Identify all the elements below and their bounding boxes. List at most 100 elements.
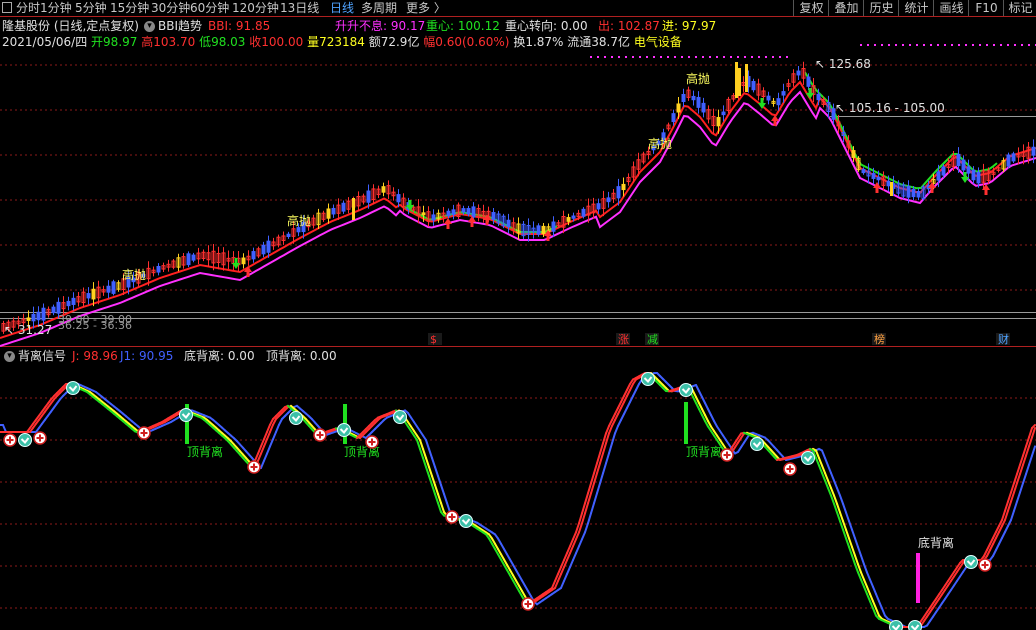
high-price-label: ↖ 125.68 [815, 57, 871, 71]
range-label-b: 36.25 - 36.36 [58, 319, 132, 332]
event-marker-3: 榜 [874, 332, 885, 346]
candle-body [806, 76, 811, 87]
j1-line [992, 549, 997, 557]
candle-body [331, 207, 336, 215]
dot-row-b [972, 44, 974, 46]
check-signal-icon [641, 372, 655, 386]
candle-body [241, 257, 246, 265]
candle-body [936, 171, 941, 181]
ding-value: 顶背离: 0.00 [266, 349, 337, 363]
dot-row-a [618, 56, 620, 58]
gaopao-label-1: 高抛 [287, 213, 311, 228]
j1-line [425, 439, 430, 450]
candle-body [616, 186, 621, 199]
candle-body [396, 194, 401, 203]
dot-row-b [930, 44, 932, 46]
j1-line [698, 390, 703, 398]
j1-line [560, 580, 565, 589]
j1-line [845, 511, 850, 523]
yellow-candle [352, 198, 355, 220]
candle-body [721, 111, 726, 116]
dot-row-a [653, 56, 655, 58]
j1-line [821, 449, 826, 459]
candle-body [541, 225, 546, 235]
dot-row-b [944, 44, 946, 46]
j1-line [827, 464, 832, 474]
j1-line [839, 494, 844, 505]
buy-arrow-icon [873, 182, 881, 193]
top-divergence-label: 顶背离 [686, 444, 722, 459]
dot-row-a [744, 56, 746, 58]
dot-row-a [632, 56, 634, 58]
gaopao-label-2: 高抛 [648, 136, 672, 151]
candle-body [381, 186, 386, 193]
j1-line [626, 401, 631, 409]
j1-line [437, 475, 442, 486]
j1-line [587, 512, 592, 525]
candle-body [606, 197, 611, 203]
candle-body [491, 212, 496, 220]
dot-row-a [786, 56, 788, 58]
j1-line [836, 487, 841, 497]
dot-row-a [779, 56, 781, 58]
check-signal-icon [459, 514, 473, 528]
j1-line [263, 452, 268, 462]
top-divergence-bar [684, 402, 688, 444]
dot-row-b [860, 44, 862, 46]
dot-row-a [681, 56, 683, 58]
j1-line [854, 537, 859, 548]
candle-body [676, 103, 681, 113]
dot-row-a [723, 56, 725, 58]
j1-line [614, 425, 619, 435]
candle-body [451, 209, 456, 215]
candle-body [691, 95, 696, 101]
dot-row-b [1014, 44, 1016, 46]
candle-body [1031, 146, 1036, 156]
j1-line [1031, 445, 1036, 457]
low-price-label: ↖ 31.27 [4, 323, 53, 337]
dot-row-a [702, 56, 704, 58]
subpanel-settings-icon[interactable]: ▾ [4, 351, 15, 362]
j1-line [875, 593, 880, 603]
candle-body [781, 91, 786, 96]
dot-row-a [639, 56, 641, 58]
j1-line [866, 571, 871, 581]
j1-line [575, 545, 580, 555]
j1-line [620, 413, 625, 421]
candle-body [36, 311, 41, 321]
dot-row-b [958, 44, 960, 46]
yellow-candle [735, 62, 738, 98]
subpanel-title[interactable]: 背离信号 [18, 348, 66, 364]
candle-body [296, 227, 301, 233]
buy-arrow-icon [468, 216, 476, 227]
j1-line [998, 537, 1003, 545]
ma-red-line [0, 80, 1036, 339]
j1-line [2, 424, 7, 433]
j1-line [851, 528, 856, 540]
dot-row-a [772, 56, 774, 58]
candle-body [266, 240, 271, 253]
j1-line [563, 573, 568, 583]
j1-line [848, 520, 853, 531]
j1-line [611, 432, 616, 445]
j1-line [1007, 519, 1012, 527]
candle-body [251, 251, 256, 260]
j1-line [857, 545, 862, 557]
candle-body [766, 95, 771, 101]
dot-row-b [986, 44, 988, 46]
candle-body [431, 214, 436, 221]
candle-body [326, 208, 331, 219]
j1-line [860, 554, 865, 566]
dot-row-a [660, 56, 662, 58]
candle-body [186, 253, 191, 266]
j1-line [596, 482, 601, 495]
buy-arrow-icon [244, 266, 252, 277]
j1-line [266, 445, 271, 455]
candle-body [776, 98, 781, 106]
event-marker-0: $ [430, 333, 437, 346]
j1-line [605, 452, 610, 465]
event-marker-2: 减 [647, 333, 658, 346]
j1-line [842, 502, 847, 514]
kline-chart-area[interactable]: 高抛高抛高抛高抛$ 涨减榜财顶背离 顶背离 顶背离底背离 [0, 0, 1036, 630]
candle-body [421, 212, 426, 216]
